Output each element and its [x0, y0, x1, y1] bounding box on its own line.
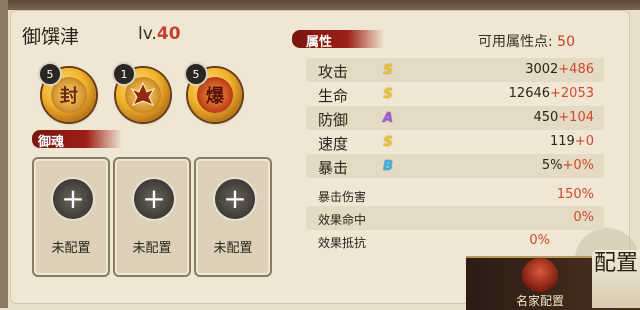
level-value: 40 — [156, 24, 181, 44]
stat-label: 生命 — [318, 87, 349, 105]
slot-label: 未配置 — [213, 241, 253, 256]
soul-section-title: 御魂 — [38, 135, 65, 150]
left-frame — [0, 0, 8, 308]
top-frame — [0, 0, 640, 10]
stat-label: 防御 — [318, 111, 349, 129]
add-icon: + — [213, 177, 257, 221]
stat-row-defense: 防御 A 450+104 — [306, 106, 604, 130]
attributes-title: 属性 — [306, 35, 333, 50]
skill-1[interactable]: 封 5 — [38, 62, 96, 122]
stat-bonus: +0% — [562, 158, 594, 173]
stat-base: 119 — [550, 134, 575, 149]
stat-bonus: +0 — [574, 134, 594, 149]
stat-label: 效果命中 — [318, 213, 367, 227]
grade-badge: S — [383, 134, 393, 150]
soul-slot-2[interactable]: + 未配置 — [113, 157, 191, 277]
stat-bonus: +104 — [558, 110, 594, 125]
stat-base: 450 — [533, 110, 559, 125]
stat-label: 速度 — [318, 135, 349, 153]
stat-label: 暴击 — [318, 159, 349, 177]
skill-level-badge: 1 — [112, 62, 136, 86]
stat-row-effect-hit: 效果命中 0% — [306, 206, 604, 230]
add-icon: + — [51, 177, 95, 221]
slot-label: 未配置 — [51, 241, 91, 256]
character-name: 御馔津 — [22, 26, 80, 48]
stat-row-crit-damage: 暴击伤害 150% — [306, 183, 604, 207]
master-avatar-icon — [522, 258, 558, 292]
stat-base: 5% — [541, 158, 563, 173]
level-prefix: lv. — [138, 24, 157, 44]
skill-2[interactable]: 1 — [112, 62, 170, 122]
preset-label: 名家配置 — [516, 294, 565, 308]
stat-value: 5%+0% — [542, 158, 594, 173]
stat-label: 效果抵抗 — [318, 236, 367, 250]
stat-row-effect-resist: 效果抵抗 0% — [306, 229, 560, 253]
config-button[interactable]: 配置 — [592, 250, 640, 308]
grade-badge: B — [383, 158, 393, 174]
skill-3[interactable]: 爆 5 — [184, 62, 242, 122]
soul-slot-1[interactable]: + 未配置 — [32, 157, 110, 277]
points-label: 可用属性点: — [478, 34, 553, 50]
slot-label: 未配置 — [132, 241, 172, 256]
stat-value: 450+104 — [533, 110, 594, 125]
stat-value: 150% — [556, 187, 594, 202]
grade-badge: S — [383, 86, 393, 102]
available-points: 可用属性点: 50 — [478, 31, 575, 51]
character-level: lv.40 — [138, 24, 181, 44]
stat-base: 3002 — [525, 62, 559, 77]
points-value: 50 — [557, 34, 575, 50]
stat-base: 12646 — [508, 86, 551, 101]
stat-row-speed: 速度 S 119+0 — [306, 130, 604, 154]
stat-label: 攻击 — [318, 63, 349, 81]
skill-level-badge: 5 — [184, 62, 208, 86]
stat-value: 119+0 — [550, 134, 594, 149]
stat-row-hp: 生命 S 12646+2053 — [306, 82, 604, 106]
stat-value: 3002+486 — [525, 62, 594, 77]
stat-value: 0% — [529, 233, 550, 248]
stat-label: 暴击伤害 — [318, 190, 367, 204]
soul-slot-3[interactable]: + 未配置 — [194, 157, 272, 277]
grade-badge: S — [383, 62, 393, 78]
stat-value: 12646+2053 — [509, 86, 594, 101]
stat-row-attack: 攻击 S 3002+486 — [306, 58, 604, 82]
skill-level-badge: 5 — [38, 62, 62, 86]
stat-row-crit: 暴击 B 5%+0% — [306, 154, 604, 178]
add-icon: + — [132, 177, 176, 221]
grade-badge: A — [382, 110, 394, 126]
stat-value: 0% — [573, 210, 594, 225]
stat-bonus: +486 — [558, 62, 594, 77]
stat-bonus: +2053 — [550, 86, 594, 101]
